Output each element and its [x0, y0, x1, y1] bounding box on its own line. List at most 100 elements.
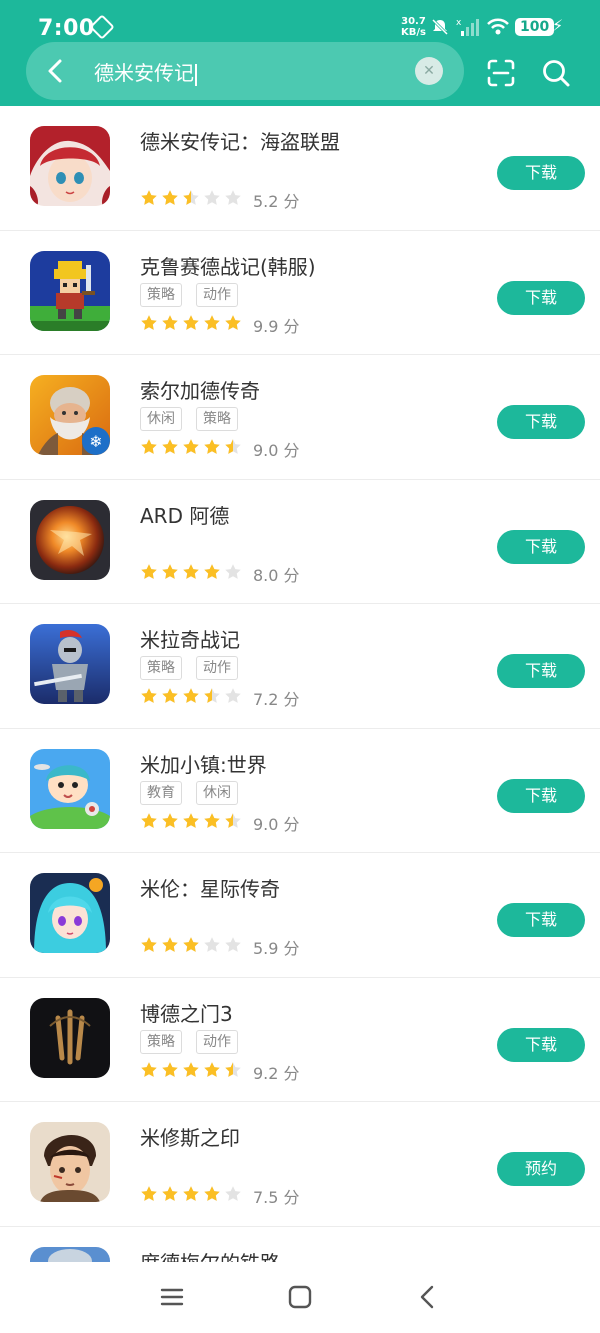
network-speed-unit: KB/s — [401, 27, 426, 38]
star-empty-icon — [225, 563, 241, 579]
tag-list: 休闲 策略 — [140, 407, 252, 433]
rating: 9.2 分 — [140, 1060, 300, 1083]
star-rating — [140, 687, 245, 709]
list-item[interactable]: 米拉奇战记 策略 动作 7.2 分 下载 — [0, 604, 600, 729]
star-filled-icon — [183, 563, 199, 579]
anime-girl-red-hair-icon[interactable] — [30, 126, 110, 206]
star-filled-icon — [141, 563, 157, 579]
app-name[interactable]: 博德之门3 — [140, 998, 233, 1027]
download-button[interactable]: 下载 — [497, 654, 585, 688]
status-bar: 7:00 30.7 KB/s x 100 ⚡ — [38, 14, 570, 44]
list-item[interactable]: 米伦：星际传奇 5.9 分 下载 — [0, 853, 600, 978]
star-filled-icon — [162, 1186, 178, 1201]
download-button[interactable]: 下载 — [497, 280, 585, 315]
tag[interactable]: 策略 — [196, 407, 238, 431]
baldurs-gate-logo-icon[interactable] — [30, 997, 110, 1078]
tag[interactable]: 动作 — [196, 656, 238, 680]
rating-score: 9.9 分 — [253, 316, 300, 336]
star-filled-icon — [141, 1186, 157, 1201]
rating: 8.0 分 — [140, 562, 300, 585]
menu-icon[interactable] — [159, 1284, 185, 1310]
star-filled-icon — [183, 937, 199, 952]
scan-icon[interactable] — [486, 58, 516, 88]
star-half-icon — [204, 688, 220, 703]
rating: 5.9 分 — [140, 935, 300, 958]
star-rating — [140, 812, 245, 834]
list-item[interactable]: 德米安传记：海盗联盟 5.2 分 下载 — [0, 106, 600, 231]
star-empty-icon — [225, 688, 241, 703]
clear-search-button[interactable]: ✕ — [415, 57, 443, 85]
download-button[interactable]: 下载 — [497, 405, 585, 439]
star-filled-icon — [204, 439, 220, 454]
rating: 5.2 分 — [140, 188, 300, 211]
reserve-button[interactable]: 预约 — [497, 1152, 585, 1186]
download-button[interactable]: 下载 — [497, 529, 585, 564]
star-filled-icon — [162, 439, 178, 454]
tag[interactable]: 策略 — [140, 656, 182, 680]
warrior-man-icon[interactable] — [30, 1122, 110, 1202]
system-nav-bar — [0, 1262, 600, 1333]
star-rating — [140, 438, 245, 460]
star-filled-icon — [141, 812, 157, 828]
app-name[interactable]: 米伦：星际传奇 — [140, 873, 280, 902]
tag[interactable]: 教育 — [140, 780, 182, 805]
list-item[interactable]: 克鲁赛德战记(韩服) 策略 动作 9.9 分 下载 — [0, 231, 600, 355]
app-name[interactable]: 克鲁赛德战记(韩服) — [140, 251, 316, 280]
tag[interactable]: 休闲 — [140, 407, 182, 431]
rating: 9.0 分 — [140, 811, 300, 834]
back-arrow-icon[interactable] — [44, 57, 68, 85]
rating-score: 9.2 分 — [253, 1063, 300, 1083]
app-name[interactable]: 索尔加德传奇 — [140, 375, 260, 404]
search-bar: 德米安传记 ✕ — [26, 42, 464, 100]
tag-list: 策略 动作 — [140, 1029, 252, 1056]
search-icon[interactable] — [541, 58, 571, 88]
star-filled-icon — [162, 563, 178, 579]
list-item[interactable]: 米加小镇:世界 教育 休闲 9.0 分 下载 — [0, 729, 600, 853]
blue-hair-girl-icon[interactable] — [30, 873, 110, 953]
app-name[interactable]: ARD 阿德 — [140, 500, 229, 529]
app-name[interactable]: 米加小镇:世界 — [140, 749, 267, 778]
charging-icon: ⚡ — [552, 16, 564, 35]
rating: 7.2 分 — [140, 686, 300, 709]
pixel-knight-icon[interactable] — [30, 250, 110, 331]
star-empty-icon — [204, 190, 220, 205]
back-icon[interactable] — [415, 1284, 441, 1310]
home-icon[interactable] — [287, 1284, 313, 1310]
list-item[interactable]: 席德梅尔的铁路 — [0, 1227, 600, 1263]
search-input[interactable]: 德米安传记 — [94, 57, 197, 86]
download-button[interactable]: 下载 — [497, 778, 585, 813]
rating-score: 9.0 分 — [253, 814, 300, 834]
star-filled-icon — [204, 314, 220, 330]
star-filled-icon — [183, 688, 199, 703]
star-filled-icon — [141, 937, 157, 952]
rating: 7.5 分 — [140, 1184, 300, 1207]
list-item[interactable]: 米修斯之印 7.5 分 预约 — [0, 1102, 600, 1227]
app-name[interactable]: 米修斯之印 — [140, 1122, 240, 1151]
download-button[interactable]: 下载 — [497, 1027, 585, 1062]
download-button[interactable]: 下载 — [497, 156, 585, 190]
list-item[interactable]: 博德之门3 策略 动作 9.2 分 下载 — [0, 978, 600, 1102]
cartoon-kid-icon[interactable] — [30, 748, 110, 829]
download-button[interactable]: 下载 — [497, 903, 585, 937]
star-rating — [140, 189, 245, 211]
top-bar: 7:00 30.7 KB/s x 100 ⚡ 德米安传记 ✕ — [0, 0, 600, 106]
tag[interactable]: 动作 — [196, 282, 238, 307]
railroad-icon[interactable] — [30, 1246, 110, 1262]
list-item[interactable]: ARD 阿德 8.0 分 下载 — [0, 480, 600, 604]
old-viking-icon[interactable]: ❄ — [30, 375, 110, 455]
rating-score: 9.0 分 — [253, 441, 300, 460]
tag[interactable]: 策略 — [140, 282, 182, 307]
star-filled-icon — [141, 190, 157, 205]
tag[interactable]: 动作 — [196, 1029, 238, 1054]
star-filled-icon — [183, 1186, 199, 1201]
app-name[interactable]: 米拉奇战记 — [140, 624, 240, 653]
star-empty-icon — [225, 190, 241, 205]
app-name[interactable]: 德米安传记：海盗联盟 — [140, 126, 340, 155]
app-name[interactable]: 席德梅尔的铁路 — [140, 1247, 280, 1263]
list-item[interactable]: ❄ 索尔加德传奇 休闲 策略 9.0 分 下载 — [0, 355, 600, 480]
armored-knight-icon[interactable] — [30, 624, 110, 704]
tag[interactable]: 策略 — [140, 1029, 182, 1054]
signal-icon: x — [456, 18, 479, 36]
fire-planet-icon[interactable] — [30, 499, 110, 580]
tag[interactable]: 休闲 — [196, 780, 238, 805]
